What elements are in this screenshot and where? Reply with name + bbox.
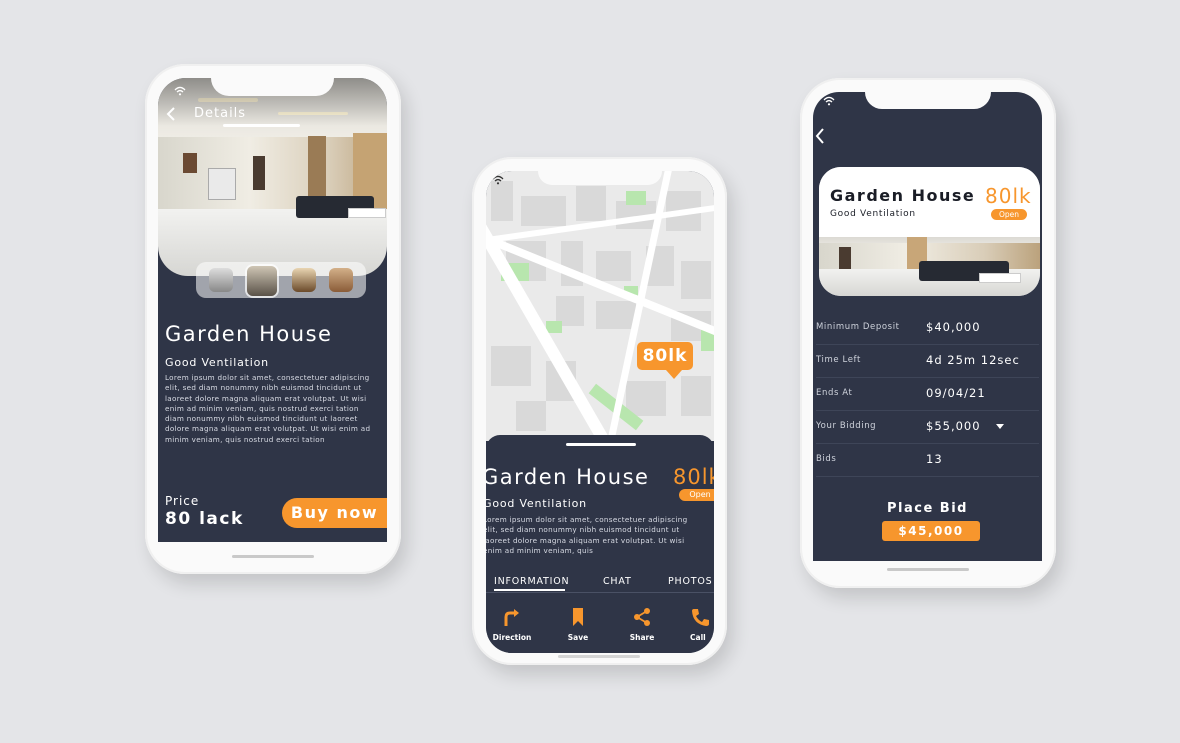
phone-map: 80lk Garden House 80lk Open Good Ventila… — [472, 157, 727, 665]
thumbnail-4[interactable] — [329, 268, 353, 292]
tab-information[interactable]: INFORMATION — [494, 576, 569, 587]
property-title: Garden House — [165, 322, 333, 346]
row-bids: Bids 13 — [816, 443, 1039, 477]
property-description: Lorem ipsum dolor sit amet, consectetuer… — [165, 373, 371, 444]
notch — [865, 92, 991, 109]
place-bid-label: Place Bid — [887, 501, 968, 516]
share-action[interactable]: Share — [620, 607, 664, 642]
home-indicator — [232, 555, 314, 558]
tab-active-underline — [494, 589, 565, 591]
open-badge: Open — [991, 209, 1027, 220]
share-label: Share — [629, 633, 655, 642]
row-value: 13 — [926, 452, 943, 466]
home-indicator — [887, 568, 969, 571]
row-ends-at: Ends At 09/04/21 — [816, 377, 1039, 411]
home-indicator — [558, 655, 640, 658]
card-price: 80lk — [985, 184, 1032, 208]
thumbnail-2[interactable] — [247, 266, 277, 296]
property-description: Lorem ipsum dolor sit amet, consectetuer… — [486, 515, 688, 555]
notch — [211, 78, 334, 96]
row-label: Minimum Deposit — [816, 322, 900, 332]
map-screen: 80lk Garden House 80lk Open Good Ventila… — [486, 171, 714, 653]
notch — [538, 171, 662, 185]
card-title: Garden House — [830, 186, 976, 205]
details-screen: Details Garden House Good Ventilation Lo… — [158, 78, 387, 542]
row-label: Your Bidding — [816, 421, 877, 431]
property-card[interactable]: Garden House Good Ventilation 80lk Open — [819, 167, 1040, 296]
thumbnail-3[interactable] — [292, 268, 316, 292]
row-value: 4d 25m 12sec — [926, 353, 1020, 367]
call-action[interactable]: Call — [690, 607, 714, 642]
map-view[interactable] — [486, 171, 714, 441]
map-pin-tip — [666, 370, 682, 379]
sheet-handle[interactable] — [566, 443, 636, 446]
row-value: $55,000 — [926, 419, 981, 433]
share-icon — [634, 608, 650, 626]
bid-screen: Garden House Good Ventilation 80lk Open … — [813, 92, 1042, 561]
row-label: Ends At — [816, 388, 853, 398]
wifi-icon — [492, 175, 504, 185]
chevron-down-icon[interactable] — [996, 424, 1004, 430]
back-arrow-icon[interactable] — [166, 107, 176, 121]
property-subtitle: Good Ventilation — [486, 497, 587, 510]
row-value: 09/04/21 — [926, 386, 986, 400]
property-title: Garden House — [486, 465, 650, 489]
card-photo — [819, 237, 1040, 296]
wifi-icon — [174, 86, 186, 96]
row-time-left: Time Left 4d 25m 12sec — [816, 344, 1039, 378]
tabs-divider — [486, 592, 714, 593]
direction-label: Direction — [492, 633, 532, 642]
phone-icon — [692, 609, 709, 626]
thumbnail-1[interactable] — [209, 268, 233, 292]
save-label: Save — [567, 633, 589, 642]
buy-now-button[interactable]: Buy now — [282, 498, 387, 528]
phone-details: Details Garden House Good Ventilation Lo… — [145, 64, 401, 574]
wifi-icon — [823, 96, 835, 106]
open-badge: Open — [679, 489, 714, 501]
direction-icon — [504, 609, 519, 626]
save-action[interactable]: Save — [556, 607, 600, 642]
card-subtitle: Good Ventilation — [830, 209, 916, 219]
row-label: Bids — [816, 454, 837, 464]
property-subtitle: Good Ventilation — [165, 356, 269, 369]
phone-bid: Garden House Good Ventilation 80lk Open … — [800, 78, 1056, 588]
tab-chat[interactable]: CHAT — [603, 576, 632, 587]
header-underline — [223, 124, 300, 127]
info-sheet: Garden House 80lk Open Good Ventilation … — [486, 435, 714, 653]
call-label: Call — [690, 633, 706, 642]
row-your-bidding[interactable]: Your Bidding $55,000 — [816, 410, 1039, 444]
row-minimum-deposit: Minimum Deposit $40,000 — [816, 311, 1039, 345]
bookmark-icon — [573, 608, 583, 626]
property-photo — [158, 78, 387, 276]
price-map-pin[interactable]: 80lk — [637, 342, 693, 370]
back-arrow-icon[interactable] — [815, 128, 825, 144]
row-label: Time Left — [816, 355, 861, 365]
price-label: Price — [165, 494, 200, 508]
direction-action[interactable]: Direction — [490, 607, 534, 642]
price-value: 80 lack — [165, 509, 244, 529]
place-bid-button[interactable]: $45,000 — [882, 521, 980, 541]
row-value: $40,000 — [926, 320, 981, 334]
header-title: Details — [194, 106, 247, 121]
tab-photos[interactable]: PHOTOS — [668, 576, 712, 587]
property-price: 80lk — [673, 465, 714, 489]
